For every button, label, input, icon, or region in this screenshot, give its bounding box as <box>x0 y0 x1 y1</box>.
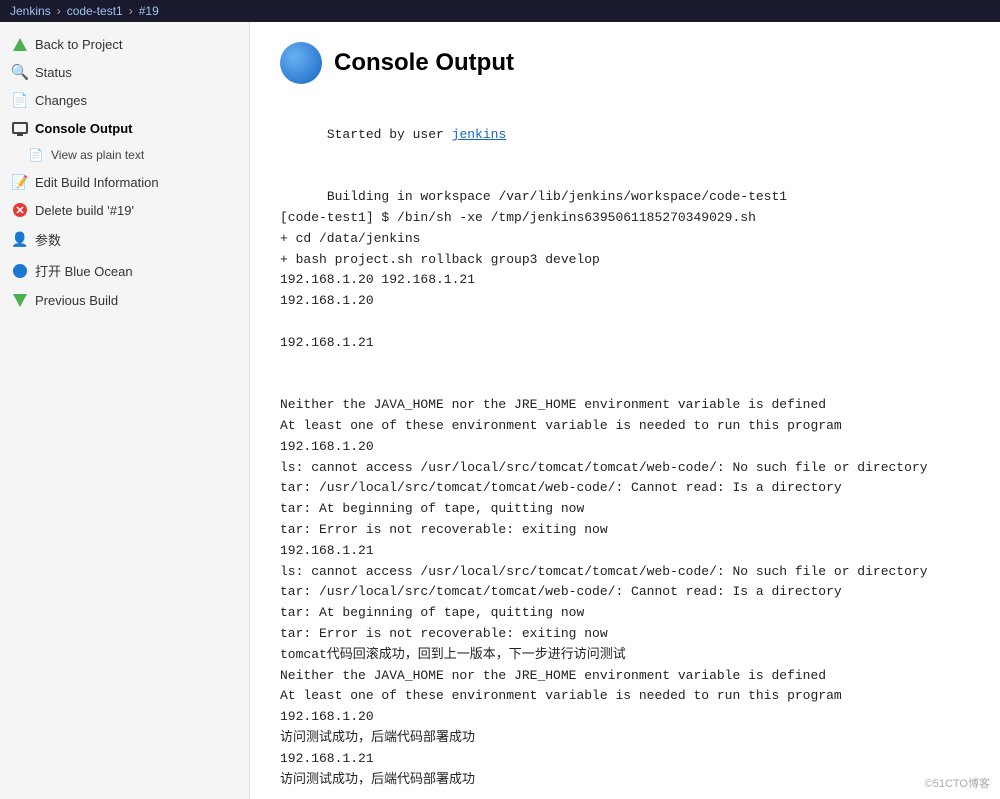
output-user-link[interactable]: jenkins <box>452 127 507 142</box>
sidebar-label-console-output: Console Output <box>35 121 133 136</box>
sidebar-label-back-to-project: Back to Project <box>35 37 122 52</box>
sidebar: Back to Project 🔍 Status 📄 Changes Conso… <box>0 22 250 799</box>
arrow-up-icon <box>12 36 28 52</box>
prev-build-icon <box>12 292 28 308</box>
sidebar-item-view-plain-text[interactable]: 📄 View as plain text <box>0 142 249 168</box>
output-lines: Building in workspace /var/lib/jenkins/w… <box>280 189 928 799</box>
blue-ocean-icon <box>12 263 28 279</box>
sidebar-item-blue-ocean[interactable]: 打开 Blue Ocean <box>0 255 249 286</box>
page-title: Console Output <box>334 49 514 77</box>
topbar: Jenkins › code-test1 › #19 <box>0 0 1000 22</box>
topbar-project-link[interactable]: code-test1 <box>67 4 123 18</box>
delete-icon: ✕ <box>12 202 28 218</box>
search-icon: 🔍 <box>12 64 28 80</box>
sidebar-item-changes[interactable]: 📄 Changes <box>0 86 249 114</box>
topbar-sep1: › <box>57 4 61 18</box>
sidebar-label-changes: Changes <box>35 93 87 108</box>
params-icon: 👤 <box>12 232 28 248</box>
watermark: ©51CTO博客 <box>925 775 990 791</box>
sidebar-item-params[interactable]: 👤 参数 <box>0 224 249 255</box>
sidebar-label-params: 参数 <box>35 230 61 249</box>
sidebar-item-previous-build[interactable]: Previous Build <box>0 286 249 314</box>
console-icon <box>12 120 28 136</box>
sidebar-label-edit-build-info: Edit Build Information <box>35 175 159 190</box>
sidebar-item-status[interactable]: 🔍 Status <box>0 58 249 86</box>
console-title-icon <box>280 42 322 84</box>
plain-text-icon: 📄 <box>28 147 44 163</box>
sidebar-label-status: Status <box>35 65 72 80</box>
changes-icon: 📄 <box>12 92 28 108</box>
console-output-area: Started by user jenkins Building in work… <box>280 104 970 799</box>
sidebar-item-delete-build[interactable]: ✕ Delete build '#19' <box>0 196 249 224</box>
sidebar-item-console-output[interactable]: Console Output <box>0 114 249 142</box>
sidebar-label-blue-ocean: 打开 Blue Ocean <box>35 261 133 280</box>
sidebar-label-view-plain-text: View as plain text <box>51 148 144 162</box>
console-title: Console Output <box>280 42 970 84</box>
topbar-build-link[interactable]: #19 <box>139 4 159 18</box>
sidebar-label-previous-build: Previous Build <box>35 293 118 308</box>
output-started-prefix: Started by user <box>327 127 452 142</box>
topbar-jenkins-link[interactable]: Jenkins <box>10 4 51 18</box>
topbar-sep2: › <box>129 4 133 18</box>
sidebar-item-edit-build-info[interactable]: 📝 Edit Build Information <box>0 168 249 196</box>
edit-icon: 📝 <box>12 174 28 190</box>
sidebar-label-delete-build: Delete build '#19' <box>35 203 134 218</box>
sidebar-item-back-to-project[interactable]: Back to Project <box>0 30 249 58</box>
main-content: Console Output Started by user jenkins B… <box>250 22 1000 799</box>
